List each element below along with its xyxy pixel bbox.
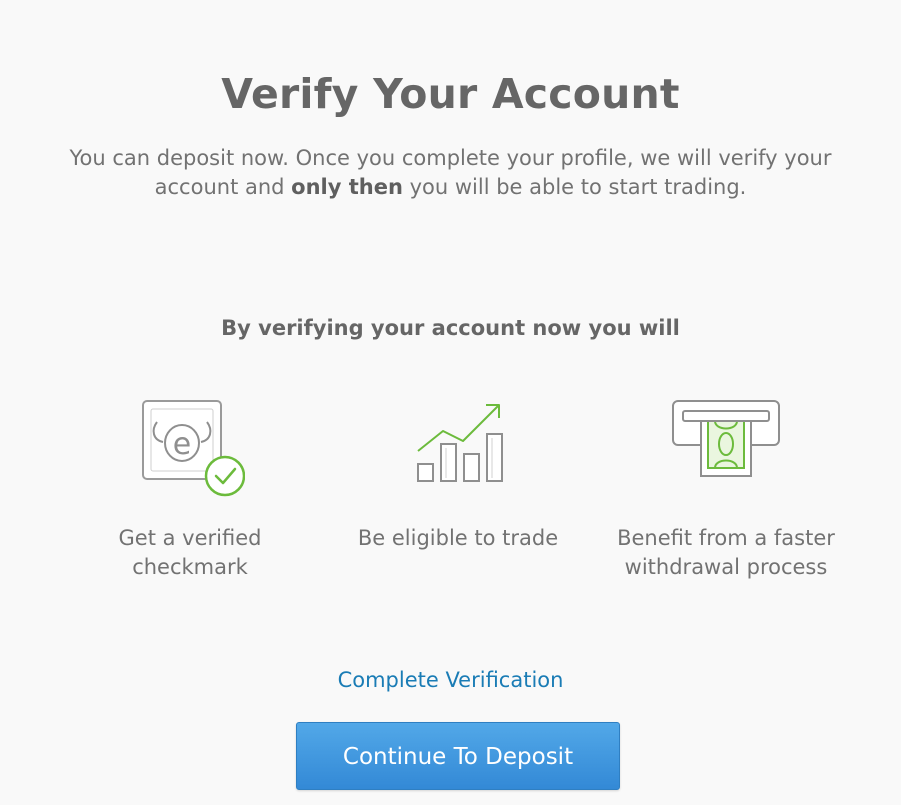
verified-user-icon: e [142, 400, 245, 497]
benefit-label: Benefit from a faster withdrawal process [617, 526, 835, 579]
intro-text-part2: you will be able to start trading. [402, 175, 747, 199]
benefits-heading: By verifying your account now you will [221, 316, 680, 340]
page-title: Verify Your Account [221, 70, 680, 118]
benefit-eligible-trade: Be eligible to trade [333, 396, 583, 553]
verify-account-page: Verify Your Account You can deposit now.… [0, 0, 901, 805]
continue-to-deposit-button[interactable]: Continue To Deposit [296, 722, 620, 790]
benefit-faster-withdrawal: Benefit from a faster withdrawal process [601, 396, 851, 582]
cash-withdrawal-icon [672, 400, 780, 477]
benefit-label: Be eligible to trade [357, 526, 559, 550]
intro-text-emphasis: only then [291, 175, 403, 199]
growth-chart-icon [417, 404, 503, 482]
intro-text: You can deposit now. Once you complete y… [30, 144, 871, 202]
benefit-verified-checkmark: e Get a verified checkmark [65, 396, 315, 582]
svg-text:e: e [173, 427, 191, 462]
benefit-label: Get a verified checkmark [118, 526, 262, 579]
complete-verification-link[interactable]: Complete Verification [0, 668, 901, 692]
